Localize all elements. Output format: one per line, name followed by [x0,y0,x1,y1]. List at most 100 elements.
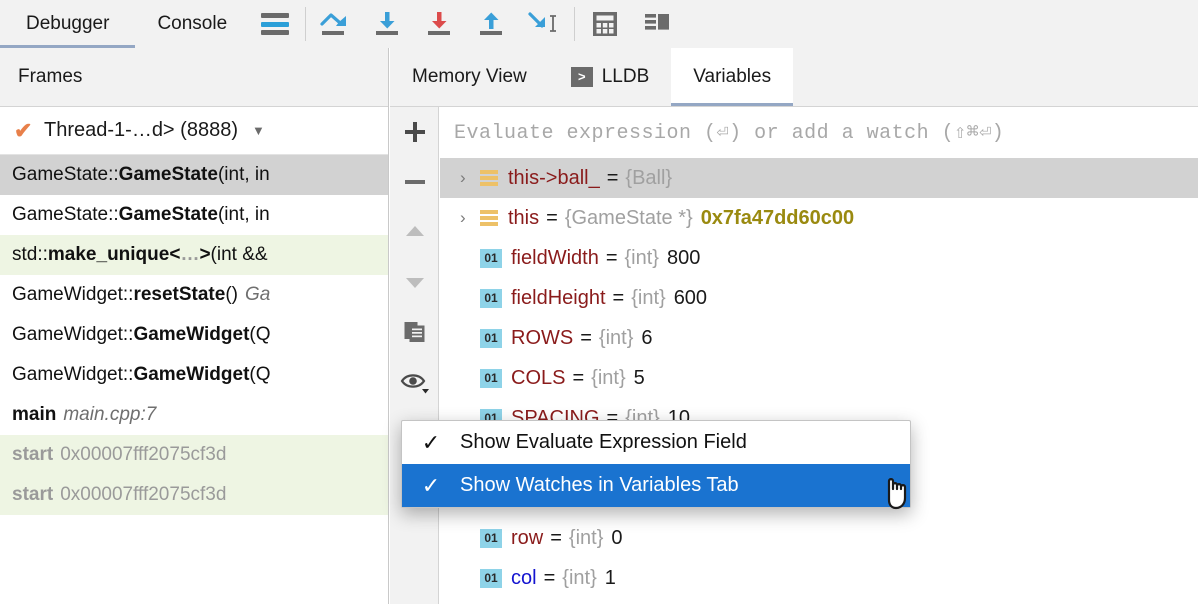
tab-memory-view[interactable]: Memory View [390,48,549,106]
console-icon: > [570,67,593,87]
number-icon: 01 [480,288,502,308]
evaluate-expression-field[interactable]: Evaluate expression (⏎) or add a watch (… [440,107,1198,157]
tab-lldb[interactable]: > LLDB [549,48,672,106]
variable-row[interactable]: ›01 fieldHeight = {int} 600 [440,278,1198,318]
variable-type: {int} [562,566,597,589]
debugger-tab-strip: Debugger Console [0,0,249,48]
frame-function: make_unique<…> [47,244,211,265]
variable-type: {int} [591,366,626,389]
frame-scope: GameWidget:: [12,364,134,385]
number-icon: 01 [480,248,502,268]
frame-row[interactable]: main main.cpp:7 [0,395,388,435]
frame-function: resetState [133,284,226,305]
frame-signature: (int, in [217,204,270,225]
tab-debugger[interactable]: Debugger [0,0,136,48]
evaluate-expression-placeholder: Evaluate expression (⏎) or add a watch (… [454,122,1005,145]
step-into-icon [376,12,399,35]
frame-address: 0x00007fff2075cf3d [60,444,227,465]
variable-row[interactable]: ›01 fieldWidth = {int} 800 [440,238,1198,278]
tab-variables[interactable]: Variables [671,48,794,106]
variable-name: COLS [511,366,566,389]
variable-value: 5 [633,366,645,389]
variable-name: fieldHeight [511,286,606,309]
frame-row[interactable]: GameState:: GameState (int, in [0,155,388,195]
move-watch-down-button[interactable] [390,257,439,307]
thread-selector[interactable]: ✔ Thread-1-…d> (8888) ▼ [0,107,388,155]
step-into-button[interactable] [362,0,414,48]
menu-item-label: Show Evaluate Expression Field [460,431,747,453]
frame-function: GameWidget [133,364,250,385]
thread-label: Thread-1-…d> (8888) [44,119,238,141]
frame-row[interactable]: GameWidget:: GameWidget (Q [0,315,388,355]
frames-panel: Frames ✔ Thread-1-…d> (8888) ▼ GameState… [0,48,389,604]
tab-console[interactable]: Console [135,0,249,48]
step-over-icon [320,13,347,35]
plus-icon [404,122,425,142]
menu-item-label: Show Watches in Variables Tab [460,474,739,496]
run-to-cursor-button[interactable] [518,0,570,48]
view-options-button[interactable] [390,357,439,407]
copy-watch-button[interactable] [390,307,439,357]
expand-toggle-icon: › [452,528,480,548]
frame-scope: GameState:: [12,204,119,225]
variable-value: 800 [666,246,701,269]
evaluate-expression-button[interactable] [579,0,631,48]
variable-type: {GameState *} [564,206,693,229]
remove-watch-button[interactable] [390,157,439,207]
debugger-window: Debugger Console Frames ✔ Thread-1-…d> (… [0,0,1198,604]
frame-signature: (int && [210,244,268,265]
frame-scope: GameWidget:: [12,284,134,305]
checkmark-icon: ✓ [421,429,441,455]
equals-sign: = [605,246,618,269]
expand-toggle-icon: › [452,288,480,308]
expand-toggle-icon: › [452,328,480,348]
variable-name: col [511,566,537,589]
equals-sign: = [606,166,619,189]
layout-icon [645,14,670,30]
frame-row[interactable]: start 0x00007fff2075cf3d [0,435,388,475]
equals-sign: = [580,326,592,349]
run-to-cursor-icon [528,12,557,32]
frames-layout-button[interactable] [249,0,301,48]
variable-row[interactable]: › this->ball_ = {Ball} [440,158,1198,198]
frame-row[interactable]: start 0x00007fff2075cf3d [0,475,388,515]
layout-settings-button[interactable] [631,0,683,48]
frame-scope: GameWidget:: [12,324,134,345]
step-over-button[interactable] [310,0,362,48]
frames-list[interactable]: GameState:: GameState (int, in GameState:: G… [0,155,388,515]
object-icon [480,208,498,228]
expand-toggle-icon[interactable]: › [452,168,480,188]
variable-row[interactable]: ›01 col = {int} 1 [440,558,1198,598]
force-step-into-button[interactable] [414,0,466,48]
frame-row[interactable]: GameWidget:: resetState() Ga [0,275,388,315]
variable-row[interactable]: ›01 ROWS = {int} 6 [440,318,1198,358]
variable-value: 1 [604,566,616,589]
variable-row[interactable]: ›01 COLS = {int} 5 [440,358,1198,398]
variable-name: row [511,526,544,549]
frame-row[interactable]: GameWidget:: GameWidget (Q [0,355,388,395]
variable-value: 600 [673,286,708,309]
number-icon: 01 [480,528,502,548]
menu-item-show-evaluate-expression-field[interactable]: ✓ Show Evaluate Expression Field [402,421,910,464]
frame-signature: (Q [249,364,271,385]
expand-toggle-icon[interactable]: › [452,208,480,228]
frame-row[interactable]: GameState:: GameState (int, in [0,195,388,235]
step-out-button[interactable] [466,0,518,48]
frame-address: 0x00007fff2075cf3d [60,484,227,505]
variable-row[interactable]: › this = {GameState *} 0x7fa47dd60c00 [440,198,1198,238]
chevron-down-icon[interactable]: ▼ [252,123,265,138]
add-watch-button[interactable] [390,107,439,157]
expand-toggle-icon: › [452,368,480,388]
frame-row[interactable]: std:: make_unique<…> (int && [0,235,388,275]
menu-item-show-watches-in-variables-tab[interactable]: ✓ Show Watches in Variables Tab [402,464,910,507]
frame-location: main.cpp:7 [63,404,157,425]
variable-row[interactable]: ›01 row = {int} 0 [440,518,1198,558]
arrow-down-icon [405,278,424,288]
equals-sign: = [612,286,625,309]
checkmark-icon: ✓ [421,472,441,498]
variable-value: 0 [611,526,623,549]
move-watch-up-button[interactable] [390,207,439,257]
variables-tree[interactable]: › this->ball_ = {Ball} › this = {GameState *} 0x… [440,158,1198,604]
copy-icon [404,322,424,342]
variable-type: {int} [631,286,666,309]
